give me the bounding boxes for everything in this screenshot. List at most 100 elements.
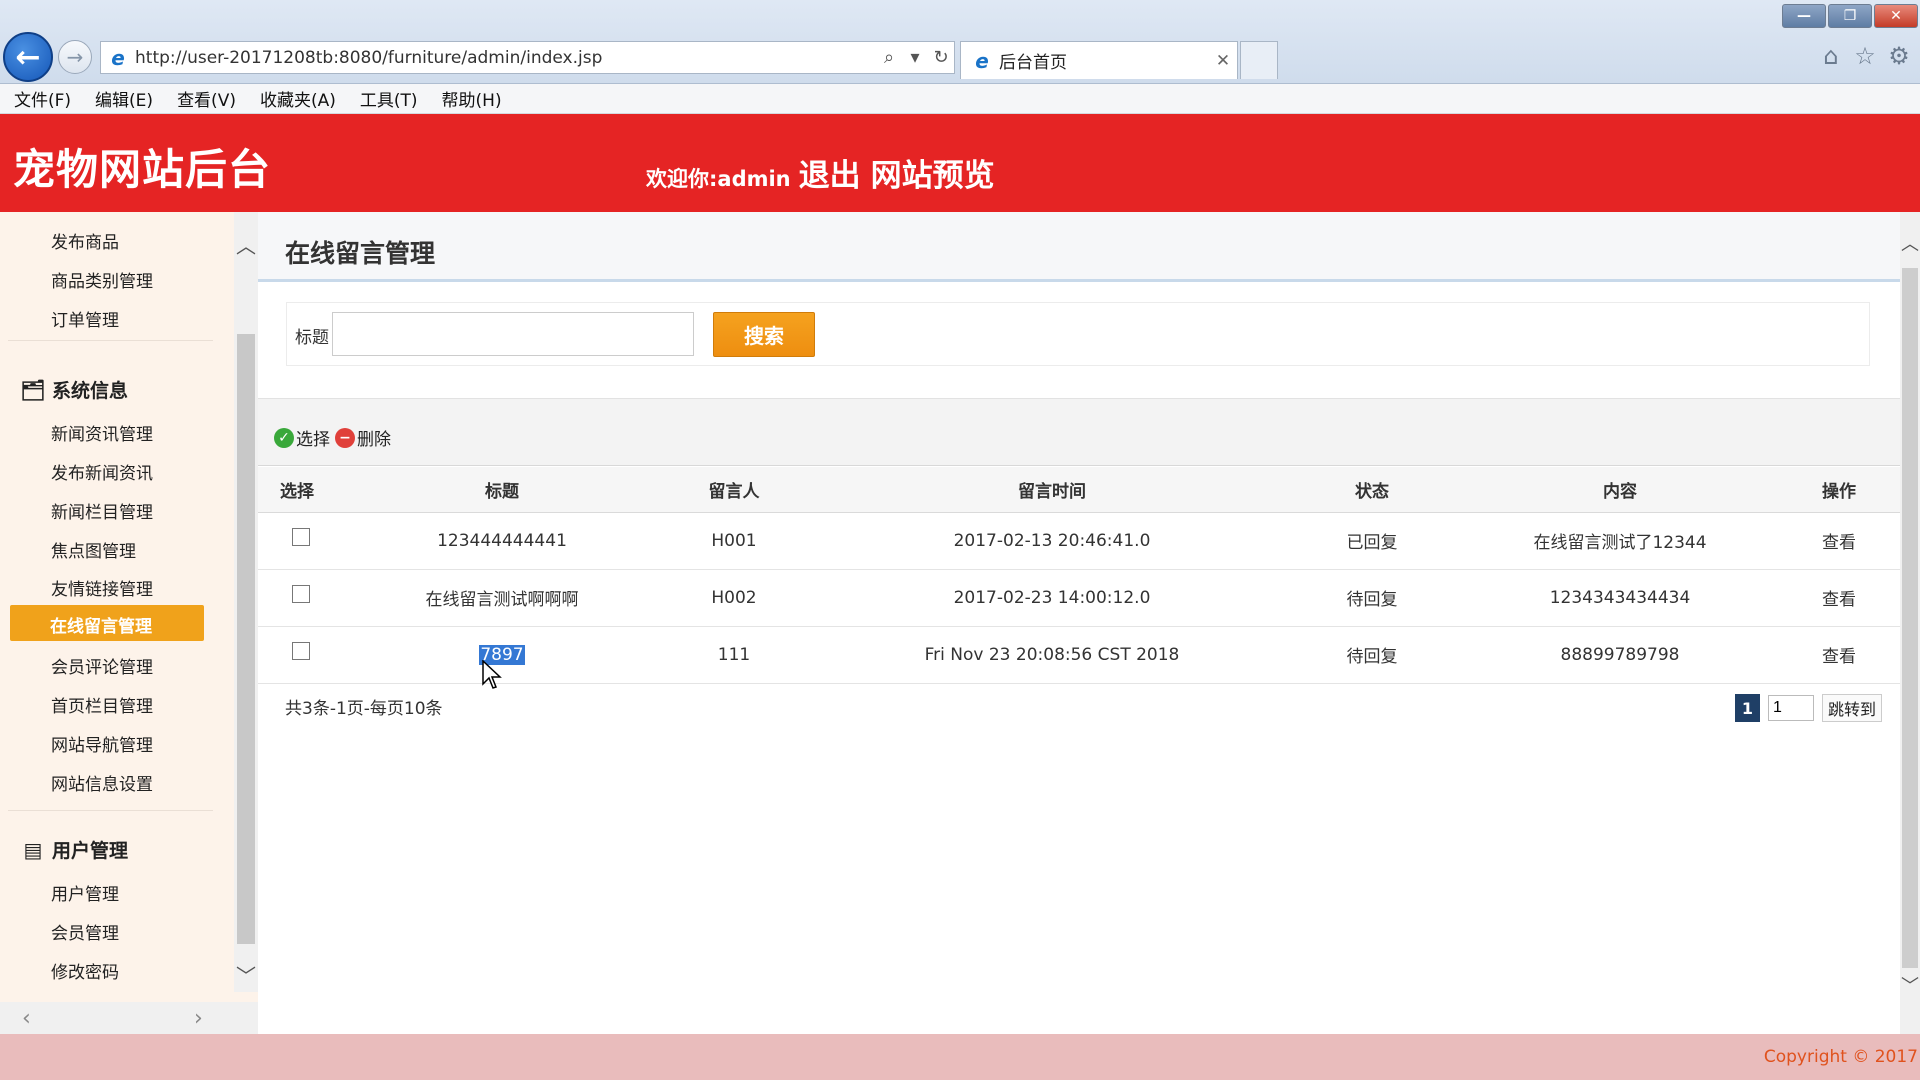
forward-button[interactable]: → [58, 40, 92, 74]
cell-time: 2017-02-13 20:46:41.0 [822, 512, 1282, 570]
address-url[interactable]: http://user-20171208tb:8080/furniture/ad… [135, 48, 876, 68]
ie-icon: e [111, 45, 125, 70]
chevron-left-icon[interactable]: ‹ [22, 1006, 31, 1031]
sidebar-item-news-publish[interactable]: 发布新闻资讯 [51, 459, 153, 484]
gear-icon[interactable]: ⚙ [1885, 42, 1913, 70]
sidebar-item-site-settings[interactable]: 网站信息设置 [51, 770, 153, 795]
star-icon[interactable]: ☆ [1851, 42, 1879, 70]
cell-action: 查看 [1778, 626, 1900, 684]
cell-author: H001 [646, 512, 822, 570]
main-scrollbar[interactable]: ︿ ﹀ [1900, 212, 1920, 1034]
search-icon[interactable]: ⌕ [876, 47, 902, 68]
page-number-current[interactable]: 1 [1735, 694, 1760, 722]
row-checkbox[interactable] [292, 527, 310, 546]
logout-link[interactable]: 退出 [799, 150, 861, 195]
select-label: 选择 [296, 430, 330, 450]
sidebar-horizontal-scrollbar[interactable]: ‹ › [0, 1002, 258, 1034]
column-header-status: 状态 [1282, 467, 1462, 513]
page-jump-input[interactable] [1768, 695, 1814, 721]
close-tab-icon[interactable]: ✕ [1209, 51, 1237, 71]
footer: Copyright © 2017 [0, 1034, 1920, 1080]
check-circle-icon: ✓ [274, 427, 294, 448]
sidebar-scrollbar[interactable]: ︿ ﹀ [234, 212, 258, 992]
page-title-bar: 在线留言管理 [258, 212, 1900, 282]
refresh-icon[interactable]: ↻ [928, 47, 954, 68]
menu-tools[interactable]: 工具(T) [360, 86, 418, 111]
new-tab-button[interactable] [1240, 41, 1278, 79]
table-toolbar: ✓ 选择 − 删除 [258, 398, 1900, 466]
pager-info: 共3条-1页-每页10条 [285, 699, 443, 719]
scrollbar-thumb[interactable] [237, 334, 255, 944]
title-search-input[interactable] [332, 312, 694, 356]
sidebar-item-member-comments[interactable]: 会员评论管理 [51, 653, 153, 678]
user-manage-icon: ▤ [23, 837, 43, 862]
sidebar-item-members[interactable]: 会员管理 [51, 919, 119, 944]
menu-favorites[interactable]: 收藏夹(A) [260, 86, 336, 111]
scrollbar-thumb[interactable] [1902, 268, 1918, 968]
cell-time: 2017-02-23 14:00:12.0 [822, 569, 1282, 627]
sidebar-item-news-manage[interactable]: 新闻资讯管理 [51, 420, 153, 445]
sidebar-item-friend-links[interactable]: 友情链接管理 [51, 575, 153, 600]
sidebar-item-orders[interactable]: 订单管理 [51, 306, 119, 331]
back-button[interactable]: ← [3, 32, 53, 82]
dropdown-icon[interactable]: ▾ [902, 47, 928, 68]
page-title: 在线留言管理 [285, 239, 436, 268]
chevron-up-icon[interactable]: ︿ [1900, 230, 1920, 256]
sidebar-group-users[interactable]: ▤ 用户管理 [20, 836, 128, 863]
cell-status: 已回复 [1282, 512, 1462, 570]
pager: 1 跳转到 [1735, 694, 1883, 722]
sidebar-item-news-column[interactable]: 新闻栏目管理 [51, 498, 153, 523]
sidebar-item-product-category[interactable]: 商品类别管理 [51, 267, 153, 292]
tab-title: 后台首页 [999, 53, 1067, 73]
sidebar-group-system[interactable]: 🗂 系统信息 [20, 376, 128, 403]
cell-content: 1234343434434 [1462, 569, 1778, 627]
chevron-up-icon[interactable]: ︿ [234, 230, 258, 258]
chevron-right-icon[interactable]: › [194, 1006, 203, 1031]
restore-button[interactable]: ❐ [1828, 4, 1872, 28]
arrow-right-icon: → [66, 45, 84, 69]
search-panel: 标题 搜索 [286, 302, 1870, 366]
system-info-icon: 🗂 [20, 377, 46, 402]
cell-content: 88899789798 [1462, 626, 1778, 684]
delete-button[interactable]: − 删除 [335, 425, 391, 450]
view-link[interactable]: 查看 [1822, 590, 1856, 610]
home-icon[interactable]: ⌂ [1817, 42, 1845, 70]
site-preview-link[interactable]: 网站预览 [871, 150, 995, 195]
row-select-cell [258, 569, 358, 627]
view-link[interactable]: 查看 [1822, 533, 1856, 553]
menu-help[interactable]: 帮助(H) [442, 86, 502, 111]
cell-title: 在线留言测试啊啊啊 [358, 569, 646, 627]
sidebar-item-publish-product[interactable]: 发布商品 [51, 228, 119, 253]
search-button[interactable]: 搜索 [713, 312, 815, 357]
cell-author: H002 [646, 569, 822, 627]
cell-status: 待回复 [1282, 626, 1462, 684]
copyright-text: Copyright © 2017 [1763, 1047, 1918, 1067]
message-table: 选择 标题 留言人 留言时间 状态 内容 操作 123444444441 H00… [258, 467, 1900, 684]
sidebar-item-home-columns[interactable]: 首页栏目管理 [51, 692, 153, 717]
row-select-cell [258, 512, 358, 570]
view-link[interactable]: 查看 [1822, 647, 1856, 667]
sidebar-item-focus-image[interactable]: 焦点图管理 [51, 537, 136, 562]
chevron-down-icon[interactable]: ﹀ [1900, 972, 1920, 998]
table-row: 7897 111 Fri Nov 23 20:08:56 CST 2018 待回… [258, 626, 1900, 684]
browser-tab[interactable]: e 后台首页 ✕ [960, 41, 1238, 79]
ie-icon: e [975, 48, 989, 73]
select-button[interactable]: ✓ 选择 [274, 425, 330, 450]
address-bar[interactable]: e http://user-20171208tb:8080/furniture/… [100, 41, 955, 74]
close-window-button[interactable]: ✕ [1874, 4, 1918, 28]
menu-edit[interactable]: 编辑(E) [95, 86, 153, 111]
menu-view[interactable]: 查看(V) [177, 86, 236, 111]
chevron-down-icon[interactable]: ﹀ [234, 960, 258, 988]
minimize-button[interactable]: — [1782, 4, 1826, 28]
row-checkbox[interactable] [292, 641, 310, 660]
column-header-select: 选择 [258, 467, 358, 513]
sidebar: 发布商品 商品类别管理 订单管理 🗂 系统信息 新闻资讯管理 发布新闻资讯 新闻… [0, 212, 258, 1034]
page-jump-button[interactable]: 跳转到 [1822, 694, 1883, 722]
sidebar-item-users[interactable]: 用户管理 [51, 880, 119, 905]
welcome-area: 欢迎你:admin 退出 网站预览 [646, 150, 995, 195]
sidebar-item-online-message[interactable]: 在线留言管理 [10, 605, 204, 641]
menu-file[interactable]: 文件(F) [14, 86, 71, 111]
sidebar-item-change-password[interactable]: 修改密码 [51, 958, 119, 983]
row-checkbox[interactable] [292, 584, 310, 603]
sidebar-item-site-nav[interactable]: 网站导航管理 [51, 731, 153, 756]
